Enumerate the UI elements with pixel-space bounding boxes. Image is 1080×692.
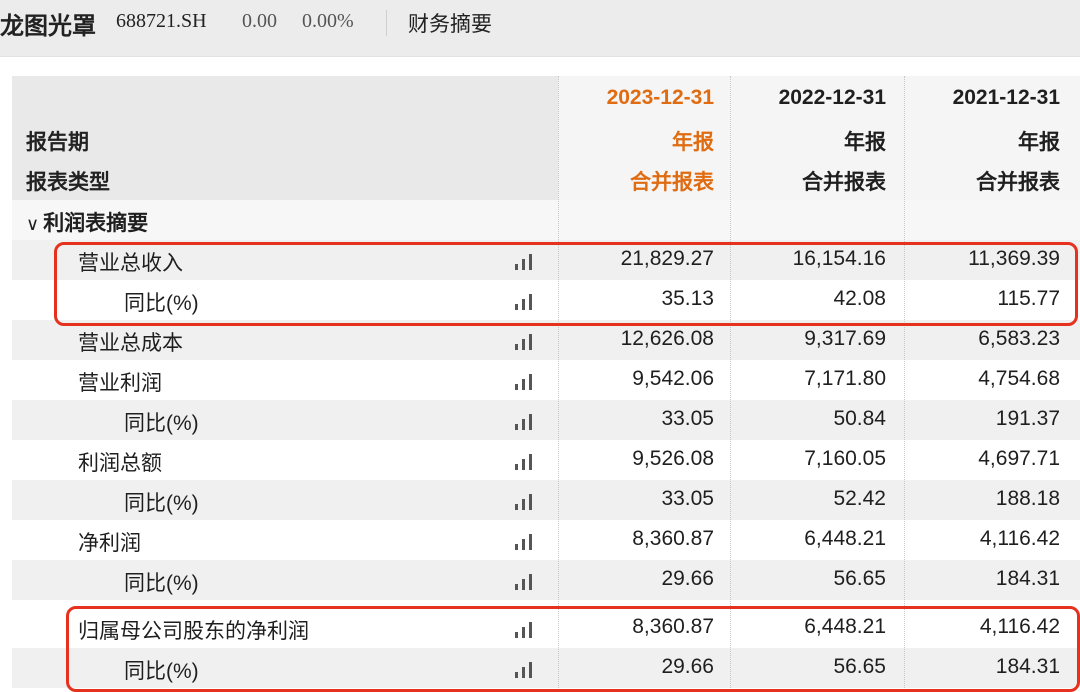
value-2021: 191.37 bbox=[995, 407, 1060, 430]
col-period-2021: 年报 bbox=[1018, 131, 1060, 154]
table-row-operating-profit: 营业利润 9,542.06 7,171.80 4,754.68 bbox=[12, 360, 1080, 400]
value-2021: 184.31 bbox=[995, 655, 1060, 678]
table-row-parent-net-profit-yoy: 同比(%) 29.66 56.65 184.31 bbox=[12, 648, 1080, 688]
section-label: ∨ 利润表摘要 bbox=[26, 207, 148, 237]
value-2022: 42.08 bbox=[833, 287, 886, 310]
bar-chart-icon[interactable] bbox=[515, 660, 537, 678]
table-row-total-cost: 营业总成本 12,626.08 9,317.69 6,583.23 bbox=[12, 320, 1080, 360]
value-2021: 11,369.39 bbox=[968, 247, 1060, 270]
value-2021: 6,583.23 bbox=[978, 327, 1060, 350]
stock-price: 0.00 bbox=[242, 10, 277, 32]
row-label: 同比(%) bbox=[124, 292, 199, 315]
section-title: 利润表摘要 bbox=[43, 212, 149, 235]
value-2022: 52.42 bbox=[833, 487, 886, 510]
stock-code: 688721.SH bbox=[116, 10, 207, 32]
value-2022: 7,160.05 bbox=[804, 447, 886, 470]
row-label: 净利润 bbox=[78, 532, 141, 555]
value-2021: 4,697.71 bbox=[978, 447, 1060, 470]
value-2022: 56.65 bbox=[833, 655, 886, 678]
column-divider bbox=[904, 76, 905, 692]
value-2023: 8,360.87 bbox=[632, 527, 714, 550]
financial-summary-table: 报告期 报表类型 2023-12-31 年报 合并报表 2022-12-31 年… bbox=[12, 76, 1080, 692]
bar-chart-icon[interactable] bbox=[515, 532, 537, 550]
value-2022: 7,171.80 bbox=[804, 367, 886, 390]
table-row-revenue: 营业总收入 21,829.27 16,154.16 11,369.39 bbox=[12, 240, 1080, 280]
table-row-operating-profit-yoy: 同比(%) 33.05 50.84 191.37 bbox=[12, 400, 1080, 440]
value-2022: 16,154.16 bbox=[792, 247, 886, 270]
table-row-net-profit: 净利润 8,360.87 6,448.21 4,116.42 bbox=[12, 520, 1080, 560]
report-period-label: 报告期 bbox=[26, 131, 89, 154]
value-2023: 29.66 bbox=[661, 655, 714, 678]
header-divider bbox=[386, 10, 387, 36]
stock-change-pct: 0.00% bbox=[302, 10, 354, 32]
value-2023: 33.05 bbox=[661, 407, 714, 430]
col-type-2021: 合并报表 bbox=[976, 171, 1060, 194]
bar-chart-icon[interactable] bbox=[515, 452, 537, 470]
value-2022: 6,448.21 bbox=[804, 615, 886, 638]
value-2022: 6,448.21 bbox=[804, 527, 886, 550]
col-period-2022: 年报 bbox=[844, 131, 886, 154]
value-2022: 56.65 bbox=[833, 567, 886, 590]
bar-chart-icon[interactable] bbox=[515, 572, 537, 590]
value-2021: 4,754.68 bbox=[978, 367, 1060, 390]
tab-financial-summary[interactable]: 财务摘要 bbox=[408, 8, 492, 38]
row-label: 利润总额 bbox=[78, 452, 162, 475]
value-2023: 29.66 bbox=[661, 567, 714, 590]
bar-chart-icon[interactable] bbox=[515, 492, 537, 510]
row-label: 同比(%) bbox=[124, 572, 199, 595]
table-row-revenue-yoy: 同比(%) 35.13 42.08 115.77 bbox=[12, 280, 1080, 320]
value-2021: 115.77 bbox=[997, 287, 1060, 310]
row-label: 同比(%) bbox=[124, 660, 199, 683]
table-row-total-profit: 利润总额 9,526.08 7,160.05 4,697.71 bbox=[12, 440, 1080, 480]
value-2023: 9,542.06 bbox=[632, 367, 714, 390]
value-2023: 21,829.27 bbox=[620, 247, 714, 270]
value-2021: 4,116.42 bbox=[979, 527, 1060, 550]
value-2023: 12,626.08 bbox=[620, 327, 714, 350]
table-row-total-profit-yoy: 同比(%) 33.05 52.42 188.18 bbox=[12, 480, 1080, 520]
bar-chart-icon[interactable] bbox=[515, 620, 537, 638]
value-2022: 50.84 bbox=[833, 407, 886, 430]
row-label: 营业总收入 bbox=[78, 252, 183, 275]
row-label: 同比(%) bbox=[124, 412, 199, 435]
quote-header: 龙图光罩 688721.SH 0.00 0.00% 财务摘要 bbox=[0, 0, 1080, 57]
value-2023: 33.05 bbox=[661, 487, 714, 510]
value-2021: 188.18 bbox=[995, 487, 1060, 510]
col-date-2021[interactable]: 2021-12-31 bbox=[880, 86, 1060, 110]
value-2022: 9,317.69 bbox=[804, 327, 886, 350]
bar-chart-icon[interactable] bbox=[515, 372, 537, 390]
column-divider bbox=[558, 76, 559, 692]
value-2023: 35.13 bbox=[661, 287, 714, 310]
bar-chart-icon[interactable] bbox=[515, 292, 537, 310]
value-2021: 4,116.42 bbox=[979, 615, 1060, 638]
value-2023: 9,526.08 bbox=[632, 447, 714, 470]
table-row-parent-net-profit: 归属母公司股东的净利润 8,360.87 6,448.21 4,116.42 bbox=[12, 608, 1080, 648]
row-label: 归属母公司股东的净利润 bbox=[78, 620, 309, 643]
row-label: 营业总成本 bbox=[78, 332, 183, 355]
col-type-2022: 合并报表 bbox=[802, 171, 886, 194]
col-type-2023: 合并报表 bbox=[630, 171, 714, 194]
chevron-down-icon: ∨ bbox=[26, 214, 40, 234]
bar-chart-icon[interactable] bbox=[515, 252, 537, 270]
value-2021: 184.31 bbox=[995, 567, 1060, 590]
col-period-2023: 年报 bbox=[672, 131, 714, 154]
section-income-statement[interactable]: ∨ 利润表摘要 bbox=[12, 200, 1080, 240]
col-date-2022[interactable]: 2022-12-31 bbox=[706, 86, 886, 110]
table-row-net-profit-yoy: 同比(%) 29.66 56.65 184.31 bbox=[12, 560, 1080, 600]
report-type-label: 报表类型 bbox=[26, 171, 110, 194]
bar-chart-icon[interactable] bbox=[515, 332, 537, 350]
stock-name: 龙图光罩 bbox=[0, 11, 96, 40]
row-label: 营业利润 bbox=[78, 372, 162, 395]
value-2023: 8,360.87 bbox=[632, 615, 714, 638]
col-date-2023[interactable]: 2023-12-31 bbox=[534, 86, 714, 110]
column-divider bbox=[730, 76, 731, 692]
bar-chart-icon[interactable] bbox=[515, 412, 537, 430]
row-label: 同比(%) bbox=[124, 492, 199, 515]
